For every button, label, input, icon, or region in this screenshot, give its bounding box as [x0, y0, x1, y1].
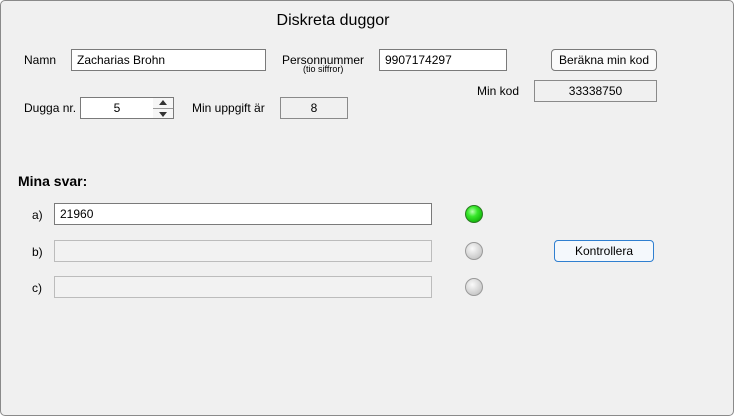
- answer-a-label: a): [32, 208, 43, 222]
- answer-c-label: c): [32, 281, 42, 295]
- answer-b-status-indicator: [465, 242, 483, 260]
- name-label: Namn: [24, 53, 57, 67]
- answer-b-label: b): [32, 245, 43, 259]
- code-label: Min kod: [477, 84, 520, 98]
- dugga-number-field[interactable]: [80, 97, 154, 119]
- answers-heading: Mina svar:: [18, 173, 88, 189]
- spinner-up-button[interactable]: [153, 98, 173, 109]
- code-field: 33338750: [534, 80, 657, 102]
- arrow-up-icon: [159, 100, 167, 105]
- arrow-down-icon: [159, 112, 167, 117]
- answer-b-field[interactable]: [54, 240, 432, 262]
- task-field: 8: [280, 97, 348, 119]
- answer-c-status-indicator: [465, 278, 483, 296]
- task-label: Min uppgift är: [192, 101, 265, 115]
- window-title: Diskreta duggor: [276, 12, 390, 29]
- personnummer-hint: (tio siffror): [303, 64, 344, 74]
- dugga-spinner: [153, 97, 174, 119]
- dugga-label: Dugga nr.: [24, 101, 77, 115]
- calculate-code-button[interactable]: Beräkna min kod: [551, 49, 657, 71]
- personnummer-field[interactable]: [379, 49, 507, 71]
- app-window: Diskreta duggor Namn Personnummer (tio s…: [0, 0, 734, 416]
- name-field[interactable]: [71, 49, 266, 71]
- check-answers-button[interactable]: Kontrollera: [554, 240, 654, 262]
- answer-c-field[interactable]: [54, 276, 432, 298]
- spinner-down-button[interactable]: [153, 109, 173, 119]
- answer-a-field[interactable]: [54, 203, 432, 225]
- answer-a-status-indicator: [465, 205, 483, 223]
